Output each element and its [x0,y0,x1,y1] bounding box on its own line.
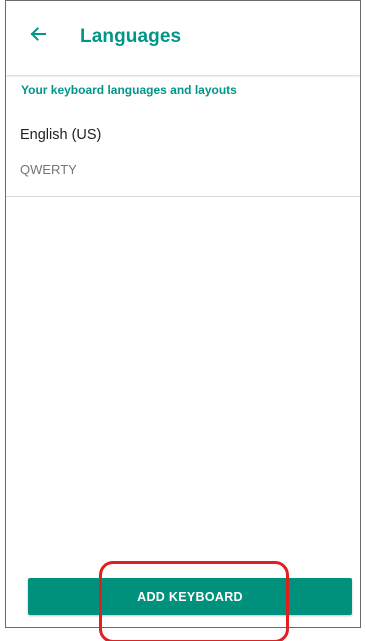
language-name: English (US) [20,127,102,143]
arrow-left-icon [30,27,46,41]
language-list-item[interactable]: English (US) QWERTY [6,109,360,197]
device-screen: Languages Your keyboard languages and la… [5,0,361,628]
back-button[interactable] [23,19,53,49]
section-header: Your keyboard languages and layouts [21,83,237,97]
app-bar: Languages [6,1,360,75]
screenshot-frame: Languages Your keyboard languages and la… [0,0,366,641]
language-layout: QWERTY [20,162,77,177]
page-title: Languages [80,26,182,47]
bottom-bar: ADD KEYBOARD [6,568,360,627]
add-keyboard-button[interactable]: ADD KEYBOARD [28,578,352,615]
